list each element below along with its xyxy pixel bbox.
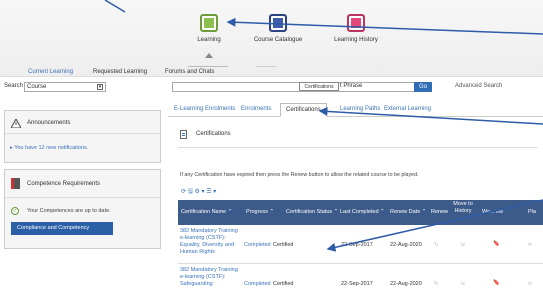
app-window: Learning Course Catalogue Learning Histo… [0, 0, 543, 293]
progress-link[interactable]: Completed [244, 242, 271, 248]
tab-certifications[interactable]: Certifications [280, 103, 327, 117]
learning-history-label: Learning History [334, 37, 378, 43]
nav-requested-learning[interactable]: Requested Learning [93, 69, 147, 75]
search-tooltip: Certifications [299, 82, 339, 91]
col-last-completed[interactable]: Last Completed ⌃ [340, 209, 385, 215]
renew-date: 22-Aug-2020 [390, 242, 422, 248]
col-certification-name[interactable]: Certification Name ⌃ [181, 209, 232, 215]
search-label: Search [4, 83, 24, 89]
search-placeholder: t Phrase [340, 83, 363, 89]
certification-name-link[interactable]: 382 Mandatory Training e-learning (CSTF)… [180, 228, 242, 256]
nav-forums-and-chats[interactable]: Forums and Chats [165, 69, 214, 75]
notifications-text: You have 12 new notifications. [14, 145, 89, 151]
col-renew-date[interactable]: Renew Date ⌃ [390, 209, 426, 215]
table-row: 382 Mandatory Training e-learning (CSTF)… [178, 265, 543, 293]
certificate-icon [180, 130, 187, 139]
move-to-history-icon[interactable]: ⇲ [460, 242, 465, 248]
play-icon[interactable]: ⊳ [528, 281, 533, 287]
notifications-link[interactable]: ▸ You have 12 new notifications. [10, 145, 88, 151]
check-icon: ✓ [11, 207, 19, 215]
selected-indicator-icon [205, 53, 213, 58]
announcements-title: Announcements [27, 120, 71, 126]
divider [188, 66, 228, 67]
tab-learning-paths[interactable]: Learning Paths [340, 106, 380, 112]
renew-icon[interactable]: ↻ [434, 242, 439, 248]
course-catalogue-label: Course Catalogue [253, 37, 303, 43]
nav-current-learning[interactable]: Current Learning [28, 69, 73, 75]
competence-status: Your Competences are up to date. [27, 208, 111, 214]
competence-title: Competence Requirements [27, 181, 101, 187]
advanced-search-link[interactable]: Advanced Search [455, 83, 502, 89]
search-input[interactable] [172, 82, 424, 92]
chevron-down-icon: ▾ [97, 84, 103, 90]
tab-enrolments[interactable]: Enrolments [241, 106, 271, 112]
col-play: Pla [528, 209, 536, 215]
table-row: 382 Mandatory Training e-learning (CSTF)… [178, 226, 543, 264]
progress-link[interactable]: Completed [244, 281, 271, 287]
competence-panel: Competence Requirements ✓ Your Competenc… [4, 169, 161, 249]
tab-elearning-enrolments[interactable]: E-Learning Enrolments [174, 106, 235, 112]
col-certification-status[interactable]: Certification Status ⌃ [286, 209, 338, 215]
table-toolbar[interactable]: ⟳ 🖫 ⚙ ▾ ☰ ▾ [181, 187, 216, 197]
app-launcher-bar: Learning Course Catalogue Learning Histo… [0, 0, 543, 77]
move-to-history-icon[interactable]: ⇲ [460, 281, 465, 287]
renew-note: If any Certification have expired then p… [180, 172, 419, 178]
search-bar: Search Course ▾ Certifications t Phrase … [0, 82, 543, 96]
divider [178, 147, 538, 148]
course-catalogue-app[interactable]: Course Catalogue [237, 14, 319, 43]
certification-status: Certified [273, 242, 294, 248]
certification-status: Certified [273, 281, 294, 287]
table-header: Certification Name ⌃ Progress ⌃ Certific… [178, 200, 543, 225]
learning-history-app[interactable]: Learning History [315, 14, 397, 43]
learning-history-icon [347, 14, 365, 32]
certificate-download-icon[interactable]: 🔖 [493, 241, 500, 247]
warning-icon [11, 119, 21, 128]
learning-nav: Current Learning Requested Learning Foru… [0, 69, 543, 81]
competence-icon [11, 178, 20, 189]
divider [5, 197, 160, 198]
certifications-heading: Certifications [196, 131, 231, 137]
renew-icon[interactable]: ↻ [434, 281, 439, 287]
certificate-download-icon[interactable]: 🔖 [493, 280, 500, 286]
col-renew: Renew [431, 209, 449, 215]
col-move-to-history: Move to History [453, 201, 473, 214]
renew-date: 22-Aug-2020 [390, 281, 422, 287]
col-progress[interactable]: Progress ⌃ [246, 209, 274, 215]
search-scope-value: Course [27, 84, 47, 90]
last-completed: 22-Sep-2017 [341, 281, 373, 287]
last-completed: 22-Sep-2017 [341, 242, 373, 248]
tab-external-learning[interactable]: External Learning [384, 106, 431, 112]
divider [5, 133, 160, 134]
learning-tabs: E-Learning Enrolments Enrolments Certifi… [168, 103, 543, 117]
divider [256, 66, 276, 67]
col-extra: Wo... ew [482, 209, 503, 215]
learning-icon [200, 14, 218, 32]
search-scope-select[interactable]: Course ▾ [24, 82, 106, 92]
announcements-panel: Announcements ▸ You have 12 new notifica… [4, 110, 161, 163]
go-button[interactable]: Go [414, 82, 432, 92]
certification-name-link[interactable]: 382 Mandatory Training e-learning (CSTF)… [180, 267, 242, 288]
play-icon[interactable]: ⊳ [528, 242, 533, 248]
course-catalogue-icon [269, 14, 287, 32]
compliance-competency-button[interactable]: Compliance and Competency [11, 222, 113, 235]
